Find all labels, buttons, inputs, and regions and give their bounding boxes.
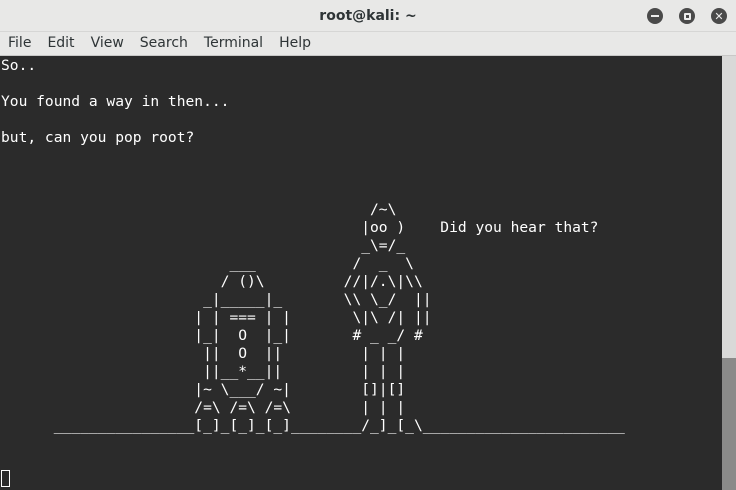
vertical-scrollbar[interactable] [722,56,736,490]
maximize-button[interactable] [679,8,695,24]
menu-bar: File Edit View Search Terminal Help [0,32,736,56]
menu-terminal[interactable]: Terminal [196,32,271,56]
terminal-window: root@kali: ~ ✕ File Edit View Search Ter… [0,0,736,490]
close-icon: ✕ [714,9,724,23]
close-button[interactable]: ✕ [711,8,727,24]
menu-edit[interactable]: Edit [39,32,82,56]
window-title: root@kali: ~ [319,8,417,24]
menu-search[interactable]: Search [132,32,196,56]
menu-view[interactable]: View [83,32,132,56]
title-bar[interactable]: root@kali: ~ ✕ [0,0,736,32]
menu-help[interactable]: Help [271,32,319,56]
minimize-button[interactable] [647,8,663,24]
terminal-text: So.. You found a way in then... but, can… [1,57,625,434]
maximize-icon [683,12,691,20]
terminal-cursor [1,470,10,487]
minimize-icon [651,15,659,17]
menu-file[interactable]: File [0,32,39,56]
scrollbar-thumb[interactable] [722,358,736,490]
terminal-output-area[interactable]: So.. You found a way in then... but, can… [0,56,722,490]
